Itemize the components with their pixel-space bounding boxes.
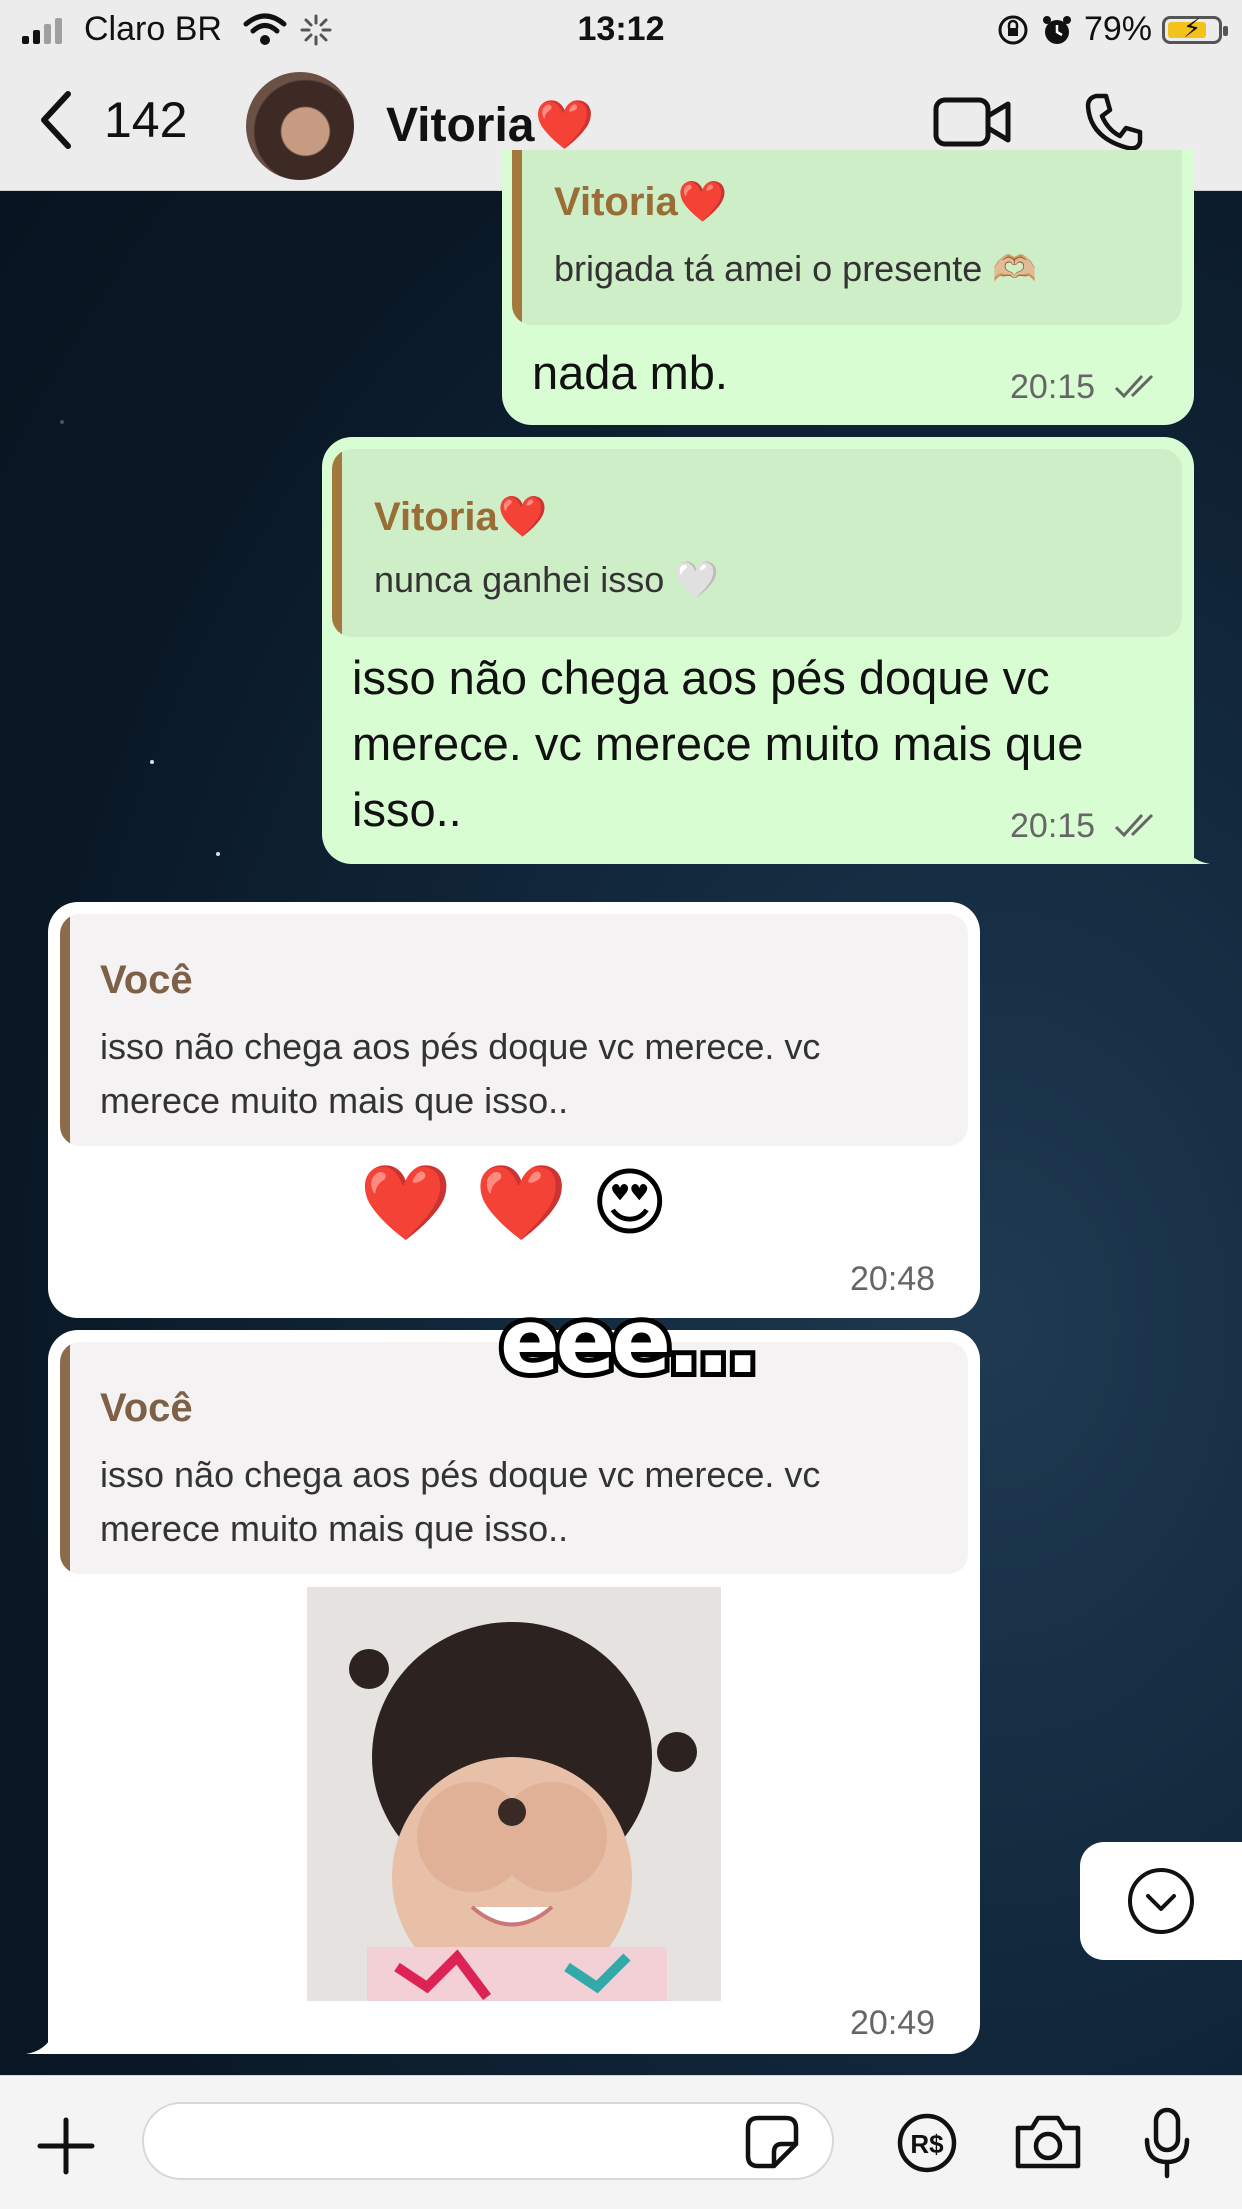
- bubble-tail: [26, 2026, 56, 2054]
- bubble-tail: [1180, 836, 1210, 864]
- payment-icon[interactable]: R$: [896, 2112, 958, 2174]
- quote-bar: [332, 449, 342, 637]
- scroll-to-bottom-button[interactable]: [1080, 1842, 1242, 1960]
- message-text: isso não chega aos pés doque vc merece. …: [352, 645, 1083, 843]
- quote-bar: [60, 1342, 70, 1574]
- message-text: nada mb.: [532, 346, 728, 399]
- unread-count: 142: [104, 92, 188, 148]
- message-time: 20:49: [850, 2004, 936, 2042]
- message-input[interactable]: [142, 2102, 834, 2180]
- quote-bar: [512, 150, 522, 325]
- quote-text: isso não chega aos pés doque vc merece. …: [100, 1020, 820, 1128]
- quote-author: Você: [100, 1386, 193, 1430]
- quote-author: Vitoria❤️: [374, 495, 548, 539]
- battery-icon: ⚡: [1162, 13, 1228, 44]
- chevron-down-icon: [1128, 1868, 1194, 1934]
- quote-bar: [60, 914, 70, 1146]
- quote-text-line: isso não chega aos pés doque vc merece. …: [100, 1026, 821, 1067]
- message-time: 20:15: [1010, 368, 1096, 406]
- child-heart-hands-image: [307, 1587, 721, 2001]
- chevron-left-icon: [41, 91, 71, 149]
- quote-author: Vitoria❤️: [554, 180, 728, 224]
- contact-name[interactable]: Vitoria❤️: [386, 96, 594, 153]
- message-bubble-incoming[interactable]: Você isso não chega aos pés doque vc mer…: [48, 902, 980, 1318]
- emoji-message: ❤️ ❤️ 😍: [359, 1160, 669, 1246]
- contact-avatar[interactable]: [246, 72, 354, 180]
- read-receipt-icon: [1114, 374, 1154, 399]
- orientation-lock-icon: [998, 15, 1028, 44]
- quoted-message[interactable]: Vitoria❤️ brigada tá amei o presente 🫶🏼: [512, 150, 1182, 325]
- quoted-message[interactable]: Vitoria❤️ nunca ganhei isso 🤍: [332, 449, 1182, 637]
- message-bubble-outgoing[interactable]: Vitoria❤️ brigada tá amei o presente 🫶🏼 …: [502, 150, 1194, 425]
- microphone-icon[interactable]: [1142, 2106, 1192, 2180]
- message-text-line: isso não chega aos pés doque vc: [352, 651, 1050, 704]
- battery-percentage: 79%: [1083, 10, 1152, 48]
- message-text-line: isso..: [352, 783, 462, 836]
- alarm-icon: [1042, 15, 1071, 44]
- message-bubble-outgoing[interactable]: Vitoria❤️ nunca ganhei isso 🤍 isso não c…: [322, 437, 1194, 864]
- read-receipt-icon: [1114, 813, 1154, 838]
- quote-text-line: merece muito mais que isso..: [100, 1508, 569, 1549]
- quote-text-line: merece muito mais que isso..: [100, 1080, 569, 1121]
- video-camera-icon[interactable]: [932, 94, 1012, 150]
- message-text-line: merece. vc merece muito mais que: [352, 717, 1084, 770]
- overlay-sticker-text: eee...: [495, 1285, 764, 1398]
- quote-text: brigada tá amei o presente 🫶🏼: [554, 248, 1038, 289]
- wallpaper-star: [60, 420, 64, 424]
- camera-icon[interactable]: [1012, 2112, 1084, 2172]
- phone-icon[interactable]: [1082, 90, 1146, 154]
- quote-text: nunca ganhei isso 🤍: [374, 559, 720, 600]
- svg-text:R$: R$: [910, 2129, 944, 2159]
- back-button[interactable]: 142: [36, 88, 187, 152]
- quote-author: Você: [100, 958, 193, 1002]
- wallpaper-star: [216, 852, 220, 856]
- sticker-icon[interactable]: [744, 2114, 800, 2170]
- message-time: 20:48: [850, 1260, 936, 1298]
- wallpaper-star: [150, 760, 154, 764]
- quote-text: isso não chega aos pés doque vc merece. …: [100, 1448, 820, 1556]
- status-bar: Claro BR 13:12 79% ⚡: [0, 0, 1242, 60]
- plus-icon[interactable]: [36, 2116, 96, 2176]
- message-input-bar: R$: [0, 2075, 1242, 2209]
- message-time: 20:15: [1010, 807, 1096, 845]
- photo-sticker[interactable]: [307, 1587, 721, 2001]
- quoted-message[interactable]: Você isso não chega aos pés doque vc mer…: [60, 914, 968, 1146]
- status-right-group: 79% ⚡: [996, 10, 1228, 49]
- quote-text-line: isso não chega aos pés doque vc merece. …: [100, 1454, 821, 1495]
